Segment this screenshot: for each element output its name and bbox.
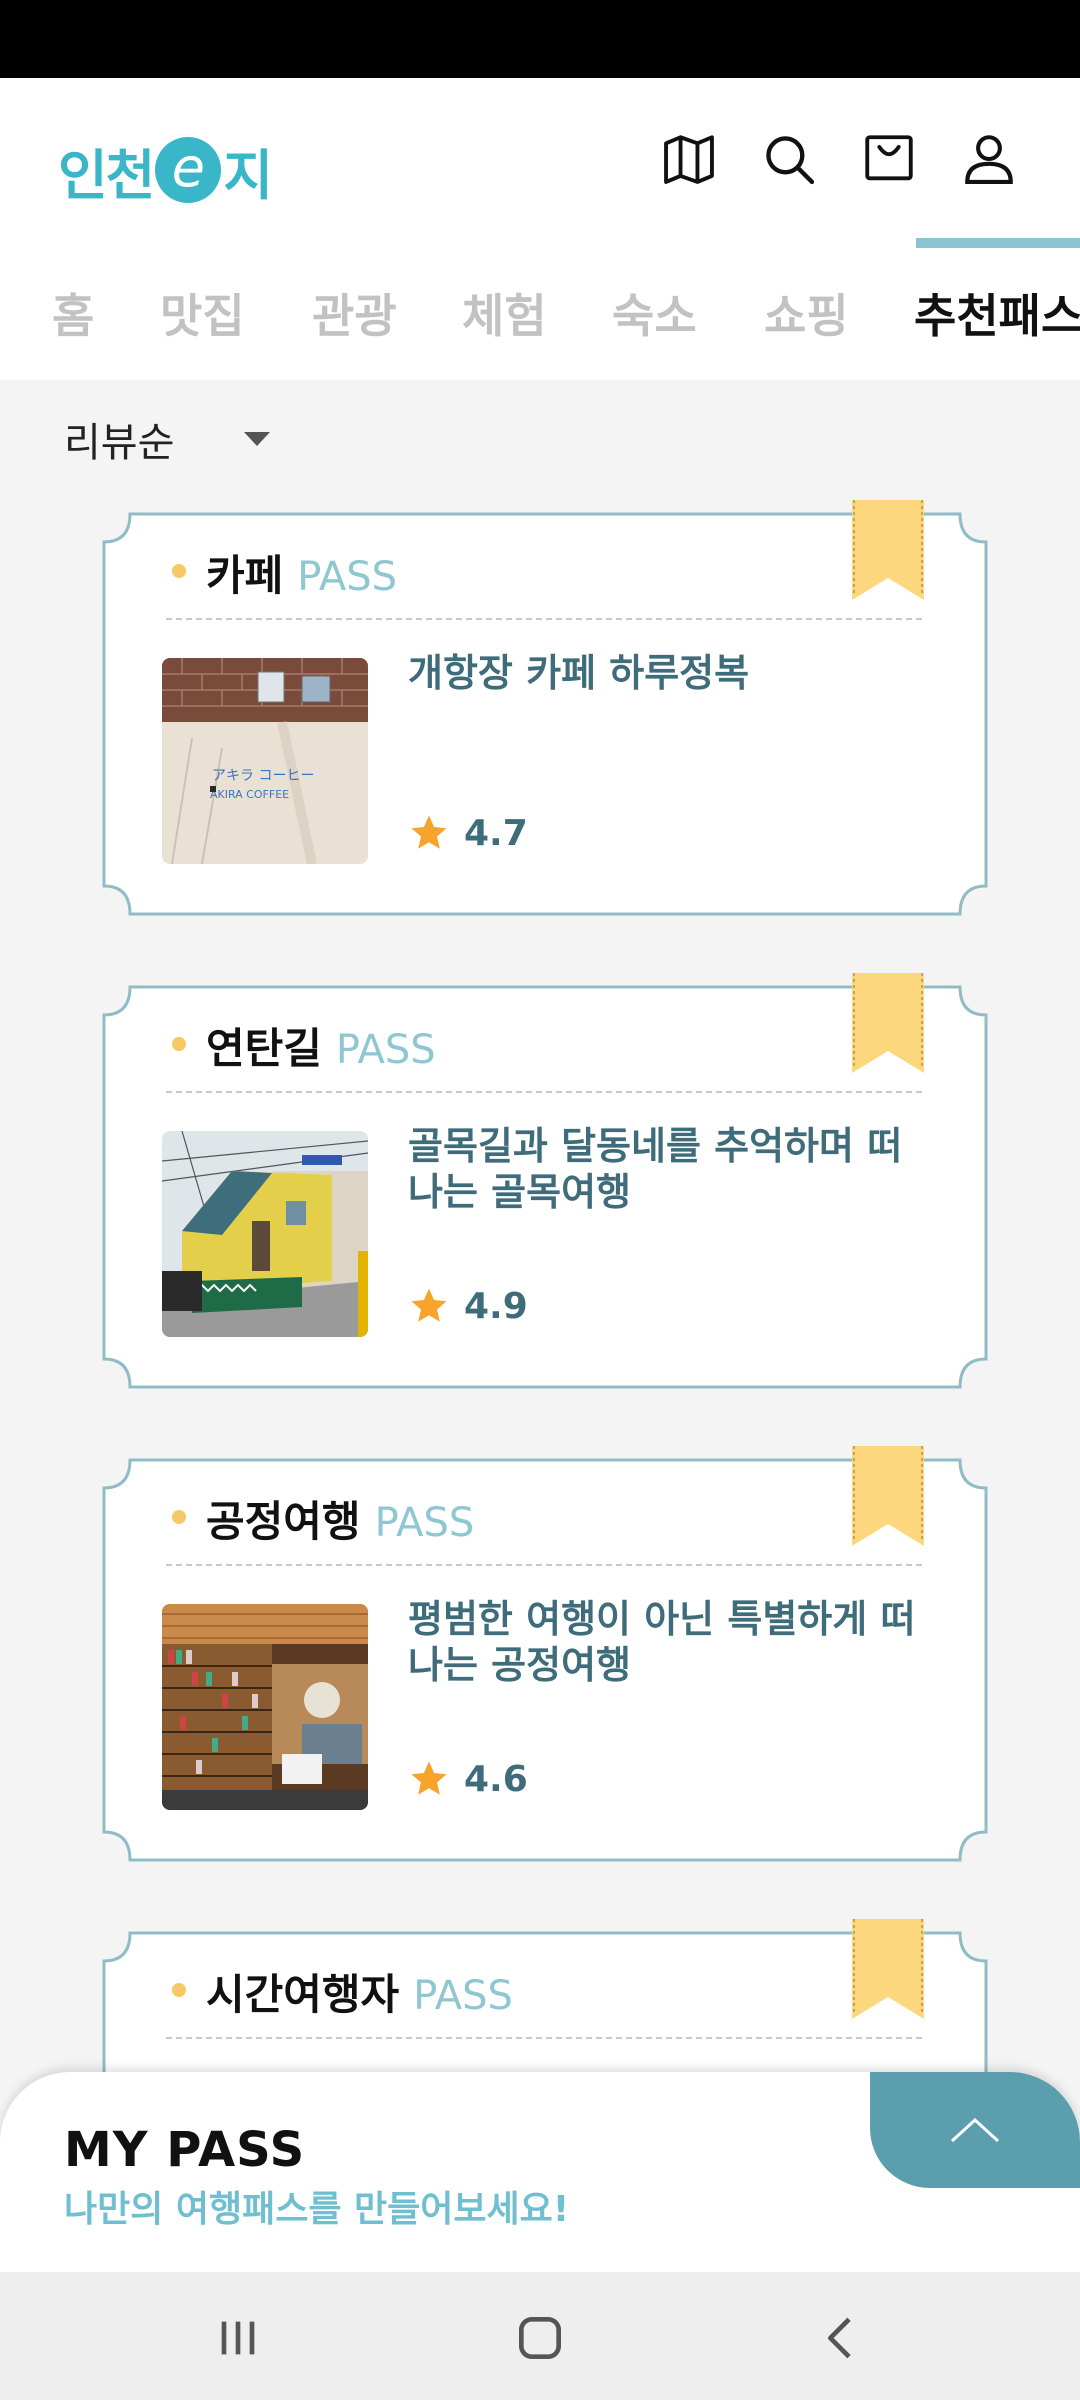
pass-card[interactable]: 카페 PASS アキラ コーヒー AKIRA COFFEE 개항장 카페 하루정복	[92, 500, 998, 928]
map-icon[interactable]	[658, 128, 720, 190]
card-title: 연탄길 PASS	[206, 1024, 436, 1073]
my-pass-panel[interactable]: MY PASS 나만의 여행패스를 만들어보세요!	[0, 2072, 1080, 2272]
tab-lodging[interactable]: 숙소	[612, 280, 697, 346]
home-button[interactable]	[510, 2308, 570, 2368]
card-thumbnail: アキラ コーヒー AKIRA COFFEE	[162, 658, 368, 864]
pass-card[interactable]: 공정여행 PASS 평범한 여행이 아닌 특별하게 떠나는 공정여행 4.6	[92, 1446, 998, 1874]
recent-apps-button[interactable]	[208, 2308, 268, 2368]
logo-text-right: 지	[223, 143, 273, 207]
divider	[166, 618, 922, 620]
pass-label: PASS	[335, 1027, 436, 1073]
card-title: 시간여행자 PASS	[206, 1970, 513, 2019]
expand-panel-button[interactable]	[870, 2072, 1080, 2188]
active-tab-indicator	[916, 238, 1080, 248]
tab-shopping[interactable]: 쇼핑	[764, 280, 849, 346]
sort-label: 리뷰순	[64, 420, 175, 466]
rating-value: 4.9	[464, 1285, 528, 1327]
category-tabs: 홈 맛집 관광 체험 숙소 쇼핑 추천패스	[0, 268, 1080, 380]
cart-icon[interactable]	[858, 128, 920, 190]
card-description: 개항장 카페 하루정복	[408, 651, 750, 695]
card-description: 평범한 여행이 아닌 특별하게 떠나는 공정여행	[408, 1597, 916, 1687]
chevron-up-icon	[950, 2117, 1000, 2143]
svg-text:AKIRA COFFEE: AKIRA COFFEE	[210, 788, 289, 801]
my-pass-title: MY PASS	[64, 2122, 306, 2178]
star-icon	[411, 815, 447, 849]
bullet-dot	[172, 1983, 186, 1997]
app-header: 인천 e 지 홈 맛집 관광 체험 숙소 쇼핑 추천패스	[0, 78, 1080, 380]
pass-label: PASS	[374, 1500, 475, 1546]
home-icon	[519, 2317, 561, 2359]
back-icon	[828, 2317, 851, 2359]
search-icon[interactable]	[758, 128, 820, 190]
divider	[166, 1564, 922, 1566]
svg-text:アキラ コーヒー: アキラ コーヒー	[212, 768, 314, 784]
card-rating: 4.6	[408, 1758, 528, 1800]
card-thumbnail	[162, 1604, 368, 1810]
star-icon	[411, 1761, 447, 1795]
bullet-dot	[172, 1037, 186, 1051]
rating-value: 4.6	[464, 1758, 528, 1800]
status-bar	[0, 0, 1080, 78]
pass-label: PASS	[297, 554, 397, 600]
pass-label: PASS	[413, 1973, 513, 2019]
header-icons	[658, 128, 1020, 190]
bullet-dot	[172, 1510, 186, 1524]
pass-card[interactable]: 연탄길 PASS 골목길과 달동네를 추억하며 떠나는 골목여행 4.9	[92, 973, 998, 1401]
my-pass-subtitle: 나만의 여행패스를 만들어보세요!	[64, 2189, 570, 2230]
chevron-down-icon	[244, 432, 271, 446]
sort-dropdown[interactable]: 리뷰순	[64, 410, 271, 468]
bullet-dot	[172, 564, 186, 578]
rating-value: 4.7	[464, 812, 528, 854]
star-icon	[411, 1288, 447, 1322]
card-title: 공정여행 PASS	[206, 1497, 475, 1546]
divider	[166, 2037, 922, 2039]
card-thumbnail	[162, 1131, 368, 1337]
divider	[166, 1091, 922, 1093]
card-title: 카페 PASS	[206, 551, 397, 600]
tab-experience[interactable]: 체험	[462, 280, 547, 346]
tab-restaurants[interactable]: 맛집	[160, 280, 245, 346]
app-logo[interactable]: 인천 e 지	[58, 130, 273, 210]
tab-home[interactable]: 홈	[52, 280, 94, 346]
tab-recommended-pass[interactable]: 추천패스	[914, 280, 1080, 346]
logo-e-mark: e	[155, 137, 222, 203]
system-navigation-bar	[0, 2272, 1080, 2400]
card-description: 골목길과 달동네를 추억하며 떠나는 골목여행	[408, 1124, 903, 1214]
logo-text-left: 인천	[58, 143, 155, 207]
recent-apps-icon	[221, 2321, 255, 2355]
back-button[interactable]	[812, 2308, 872, 2368]
tab-sightseeing[interactable]: 관광	[312, 280, 397, 346]
card-rating: 4.7	[408, 812, 528, 854]
user-icon[interactable]	[958, 128, 1020, 190]
card-rating: 4.9	[408, 1285, 528, 1327]
